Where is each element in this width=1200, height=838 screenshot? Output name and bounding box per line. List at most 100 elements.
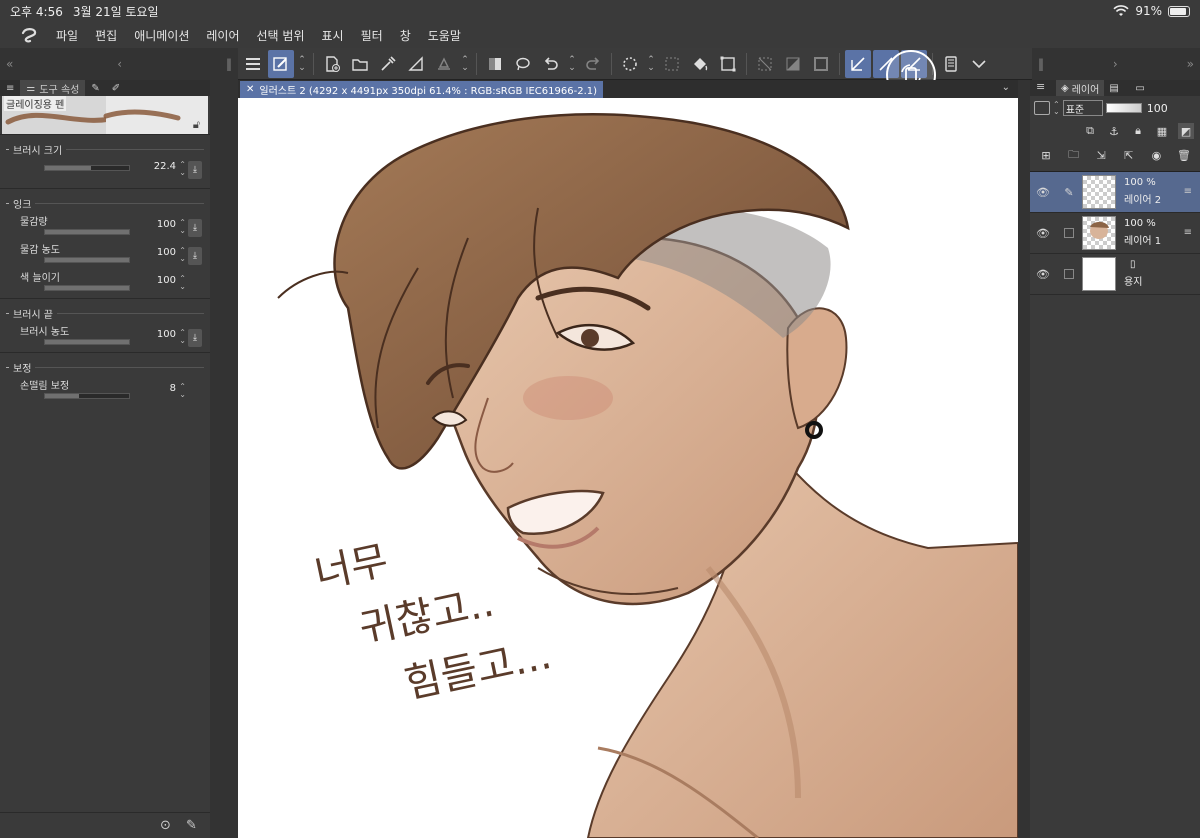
reference-layer-icon[interactable]: ⚓︎: [1106, 123, 1122, 139]
collapse-left-icon[interactable]: «: [6, 57, 13, 71]
quick-access-icon[interactable]: [268, 50, 294, 78]
visibility-eye-icon[interactable]: 👁︎: [1030, 186, 1056, 199]
menu-filter[interactable]: 필터: [361, 27, 383, 44]
transform-icon[interactable]: [715, 50, 741, 78]
brush-density-slider[interactable]: [44, 339, 130, 345]
paint-density-row[interactable]: 물감 농도 100 ⌃ ⌄ ⤓: [6, 239, 204, 267]
brush-size-slider[interactable]: [44, 165, 130, 171]
quick-access-stepper[interactable]: ⌃ ⌄: [296, 50, 308, 78]
layer-row-layer1[interactable]: 👁︎ 100 % 레이어 1 ≡: [1030, 213, 1200, 254]
menu-layer[interactable]: 레이어: [206, 27, 239, 44]
brush-preview[interactable]: 글레이징용 펜 🔓︎: [2, 96, 208, 134]
layer-menu-icon[interactable]: ≡: [1184, 186, 1192, 197]
toolbar-expand-chevron-icon[interactable]: [966, 50, 992, 78]
paint-density-download-icon[interactable]: ⤓: [188, 247, 202, 265]
lock-icon[interactable]: 🔓︎: [193, 118, 200, 132]
brush-density-download-icon[interactable]: ⤓: [188, 329, 202, 347]
brush-size-stepper[interactable]: ⌃ ⌄: [179, 161, 186, 177]
layer-color-box[interactable]: [1034, 101, 1050, 115]
wrench-icon[interactable]: ✎: [186, 818, 197, 833]
paint-amount-download-icon[interactable]: ⤓: [188, 219, 202, 237]
transfer-layer-icon[interactable]: ⇲: [1093, 147, 1109, 163]
undo-icon[interactable]: [538, 50, 564, 78]
brush-density-row[interactable]: 브러시 농도 100 ⌃ ⌄ ⤓: [6, 321, 204, 349]
new-raster-layer-icon[interactable]: ⊞: [1038, 147, 1054, 163]
stabilization-stepper[interactable]: ⌃ ⌄: [179, 383, 186, 399]
lock-icon[interactable]: 🔒︎: [1130, 123, 1146, 139]
menu-view[interactable]: 표시: [322, 27, 344, 44]
snap-ruler-icon[interactable]: [845, 50, 871, 78]
paint-density-slider[interactable]: [44, 257, 130, 263]
stabilization-row[interactable]: 손떨림 보정 8 ⌃ ⌄: [6, 375, 204, 403]
menu-selection[interactable]: 선택 범위: [257, 27, 305, 44]
chevron-right-icon[interactable]: ›: [1113, 57, 1118, 71]
opacity-slider[interactable]: [1105, 103, 1142, 113]
edge-keyboard-icon[interactable]: [938, 50, 964, 78]
new-file-icon[interactable]: [319, 50, 345, 78]
tab-brush-size[interactable]: ✎: [85, 80, 105, 96]
new-folder-icon[interactable]: 🗀︎: [1066, 147, 1082, 163]
tab-layer-property[interactable]: ▤: [1104, 80, 1130, 96]
brush-size-download-icon[interactable]: ⤓: [188, 161, 202, 179]
brush-size-row[interactable]: 22.4 ⌃ ⌄ ⤓: [6, 157, 204, 185]
tab-layer[interactable]: ◈ 레이어: [1056, 80, 1105, 96]
border-icon[interactable]: [808, 50, 834, 78]
color-stretch-slider[interactable]: [44, 285, 130, 291]
hide-selection-icon[interactable]: [752, 50, 778, 78]
paint-density-stepper[interactable]: ⌃ ⌄: [179, 247, 186, 263]
visibility-eye-icon[interactable]: 👁︎: [1030, 268, 1056, 281]
canvas[interactable]: 너무 귀찮고.. 힘들고...: [238, 98, 1018, 838]
brush-density-stepper[interactable]: ⌃ ⌄: [179, 329, 186, 345]
layer-row-paper[interactable]: 👁︎ ▯ 용지: [1030, 254, 1200, 295]
close-icon[interactable]: ✕: [246, 84, 254, 95]
eyedropper-icon[interactable]: [375, 50, 401, 78]
clipping-icon[interactable]: ⧉: [1082, 123, 1098, 139]
history-stepper[interactable]: ⌃ ⌄: [566, 50, 578, 78]
app-logo-icon[interactable]: [18, 26, 40, 44]
trash-icon[interactable]: 🗑︎: [1176, 147, 1192, 163]
layer-row-layer2[interactable]: 👁︎ ✎ 100 % 레이어 2 ≡: [1030, 172, 1200, 213]
color-swatch-icon[interactable]: [482, 50, 508, 78]
file-stepper[interactable]: ⌃ ⌄: [459, 50, 471, 78]
menu-window[interactable]: 창: [400, 27, 411, 44]
layer-mask-icon[interactable]: ◉: [1148, 147, 1164, 163]
lock-transparency-icon[interactable]: ▦: [1154, 123, 1170, 139]
tone-icon[interactable]: [780, 50, 806, 78]
lasso-icon[interactable]: [510, 50, 536, 78]
redo-icon[interactable]: [580, 50, 606, 78]
chevron-down-icon[interactable]: ⌄: [1002, 82, 1010, 93]
menu-help[interactable]: 도움말: [428, 27, 461, 44]
menu-toggle-icon[interactable]: [240, 50, 266, 78]
mask-icon[interactable]: ◩: [1178, 123, 1194, 139]
tab-sub-tool[interactable]: ✐: [106, 80, 126, 96]
menu-edit[interactable]: 편집: [95, 27, 117, 44]
fill-bucket-icon[interactable]: [687, 50, 713, 78]
combine-layer-icon[interactable]: ⇱: [1121, 147, 1137, 163]
clear-layer-icon[interactable]: [431, 50, 457, 78]
ruler-icon[interactable]: [403, 50, 429, 78]
stepper-icon[interactable]: ⌃ ⌄: [1053, 101, 1060, 116]
dock-handle-icon[interactable]: ‖: [226, 57, 232, 71]
menu-file[interactable]: 파일: [56, 27, 78, 44]
document-tab[interactable]: ✕ 일러스트 2 (4292 x 4491px 350dpi 61.4% : R…: [240, 81, 604, 98]
dock-handle-icon[interactable]: ‖: [1038, 57, 1044, 71]
paint-amount-stepper[interactable]: ⌃ ⌄: [179, 219, 186, 235]
blend-mode-select[interactable]: 표준: [1062, 100, 1103, 116]
tab-navigator[interactable]: ▭: [1130, 80, 1156, 96]
layer-checkbox[interactable]: [1056, 269, 1082, 279]
layer-menu-icon[interactable]: ≡: [1184, 227, 1192, 238]
canvas-area[interactable]: 너무 귀찮고.. 힘들고...: [238, 98, 1018, 838]
paint-amount-slider[interactable]: [44, 229, 130, 235]
open-folder-icon[interactable]: [347, 50, 373, 78]
selection-stepper[interactable]: ⌃ ⌄: [645, 50, 657, 78]
chevron-left-icon[interactable]: ‹: [117, 57, 122, 71]
layer-checkbox[interactable]: [1056, 228, 1082, 238]
menu-animation[interactable]: 애니메이션: [134, 27, 189, 44]
select-all-icon[interactable]: [659, 50, 685, 78]
visibility-eye-icon[interactable]: 👁︎: [1030, 227, 1056, 240]
stabilization-slider[interactable]: [44, 393, 130, 399]
collapse-right-icon[interactable]: »: [1187, 57, 1194, 71]
color-stretch-stepper[interactable]: ⌃ ⌄: [179, 275, 186, 291]
panel-menu-icon[interactable]: ≡: [1036, 80, 1045, 93]
tab-tool-property[interactable]: ⚌ 도구 속성: [20, 80, 86, 96]
